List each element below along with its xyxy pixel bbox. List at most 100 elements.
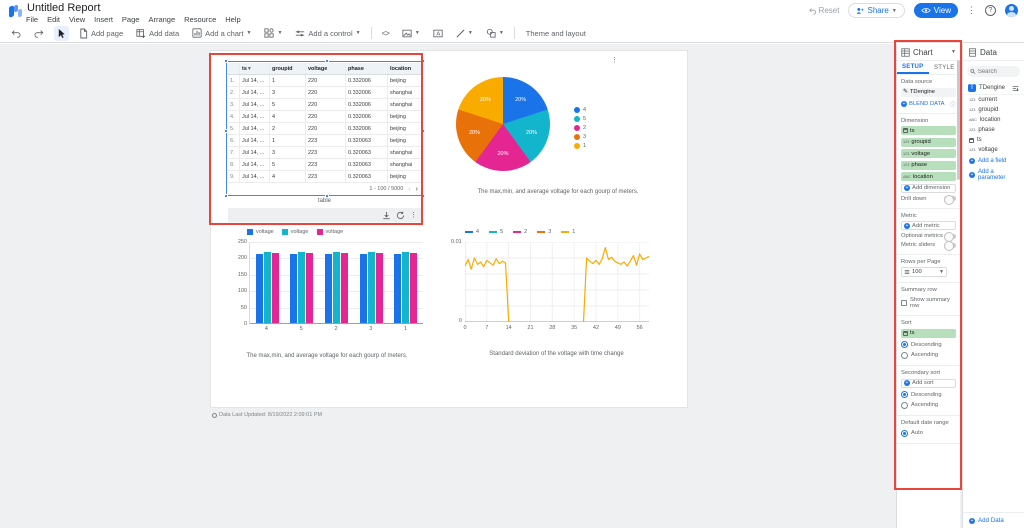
bar[interactable] <box>359 254 367 323</box>
bar[interactable] <box>375 253 383 323</box>
table-chart[interactable]: ts ▼ groupid voltage phase location 1. Jul 14, … <box>228 63 421 195</box>
bar[interactable] <box>255 254 263 323</box>
bar[interactable] <box>410 253 418 323</box>
bar[interactable] <box>263 252 271 323</box>
column-header-groupid[interactable]: groupid <box>270 63 306 74</box>
bar[interactable] <box>298 252 306 323</box>
legend-item[interactable]: 4 <box>465 229 479 235</box>
column-header-location[interactable]: location <box>388 63 421 74</box>
legend-item[interactable]: 4 <box>574 107 586 113</box>
report-title[interactable]: Untitled Report <box>27 2 100 14</box>
dimension-chip-location[interactable]: ABC location <box>901 172 956 181</box>
tab-style[interactable]: STYLE <box>929 61 961 74</box>
bar[interactable] <box>324 254 332 323</box>
theme-layout-button[interactable]: Theme and layout <box>526 29 586 38</box>
add-data-link[interactable]: + Add Data <box>963 512 1024 528</box>
table-row[interactable]: 7. Jul 14, ... 3 223 0.320063 shanghai <box>228 147 421 159</box>
field-groupid[interactable]: 123 groupid <box>963 105 1024 115</box>
embed-code-button[interactable]: <> <box>379 26 392 41</box>
sort-field-chip[interactable]: ts <box>901 328 956 338</box>
view-button[interactable]: View <box>913 3 958 18</box>
column-header-voltage[interactable]: voltage <box>306 63 346 74</box>
refresh-icon[interactable] <box>396 211 405 220</box>
add-field-link[interactable]: + Add a field <box>963 155 1024 166</box>
field-current[interactable]: 123 current <box>963 95 1024 105</box>
field-voltage[interactable]: 123 voltage <box>963 145 1024 155</box>
legend-item[interactable]: voltage <box>316 229 343 235</box>
legend-item[interactable]: 2 <box>513 229 527 235</box>
field-phase[interactable]: 123 phase <box>963 125 1024 135</box>
undo-button[interactable] <box>8 26 24 41</box>
search-input[interactable] <box>977 68 1017 75</box>
add-data-button[interactable]: Add data <box>133 26 182 41</box>
summary-checkbox[interactable] <box>901 299 907 306</box>
pie-graphic[interactable]: 20% 20% 20% 20% 20% <box>456 77 550 171</box>
avatar[interactable] <box>1005 4 1018 17</box>
rows-per-page-select[interactable]: 100 ▼ <box>901 267 947 277</box>
menu-help[interactable]: Help <box>225 15 240 24</box>
dimension-chip-voltage[interactable]: 123 voltage <box>901 149 956 158</box>
bar-chart[interactable]: voltage voltage voltage 0 50 100 150 200 250 4 5… <box>223 229 431 369</box>
data-source-row[interactable]: T TDengine <box>963 82 1024 95</box>
help-icon[interactable]: ? <box>985 5 996 16</box>
add-parameter-link[interactable]: + Add a parameter <box>963 166 1024 183</box>
bar[interactable] <box>367 252 375 323</box>
panel-scrollbar[interactable] <box>957 60 960 180</box>
optional-metrics-toggle[interactable] <box>944 232 956 242</box>
pie-chart[interactable]: 20% 20% 20% 20% 20% 4 5 2 3 1 The max,min, and a… <box>445 65 671 213</box>
menu-edit[interactable]: Edit <box>47 15 60 24</box>
legend-item[interactable]: 1 <box>561 229 575 235</box>
add-image-button[interactable]: ▼ <box>399 26 423 41</box>
add-sort-button[interactable]: + Add sort <box>901 378 956 388</box>
legend-item[interactable]: voltage <box>247 229 274 235</box>
add-metric-button[interactable]: + Add metric <box>901 221 956 230</box>
add-line-button[interactable]: ▼ <box>453 26 476 41</box>
legend-item[interactable]: 2 <box>574 125 586 131</box>
table-row[interactable]: 9. Jul 14, ... 4 223 0.320063 beijing <box>228 171 421 183</box>
share-button[interactable]: Share ▼ <box>848 3 905 18</box>
menu-file[interactable]: File <box>26 15 38 24</box>
field-location[interactable]: ABC location <box>963 115 1024 125</box>
table-row[interactable]: 4. Jul 14, ... 4 220 0.332006 beijing <box>228 111 421 123</box>
table-row[interactable]: 5. Jul 14, ... 2 220 0.332006 beijing <box>228 123 421 135</box>
bar[interactable] <box>332 252 340 323</box>
drill-down-toggle[interactable] <box>944 194 956 205</box>
radio-descending[interactable] <box>901 391 908 398</box>
looker-studio-logo-icon[interactable] <box>9 4 22 18</box>
chevron-down-icon[interactable]: ▼ <box>951 49 956 55</box>
collapse-icon[interactable] <box>1012 85 1019 92</box>
legend-item[interactable]: voltage <box>281 229 309 235</box>
add-shape-button[interactable]: ▼ <box>483 26 507 41</box>
table-row[interactable]: 3. Jul 14, ... 5 220 0.332006 shanghai <box>228 99 421 111</box>
data-source-chip[interactable]: ✎ TDengine <box>901 87 956 97</box>
legend-item[interactable]: 5 <box>489 229 503 235</box>
menu-insert[interactable]: Insert <box>94 15 113 24</box>
bar[interactable] <box>306 252 314 323</box>
menu-page[interactable]: Page <box>122 15 140 24</box>
legend-item[interactable]: 5 <box>574 116 586 122</box>
report-canvas[interactable]: ts ▼ groupid voltage phase location 1. Jul 14, … <box>210 50 688 408</box>
reset-button[interactable]: Reset <box>808 6 839 15</box>
add-chart-button[interactable]: Add a chart ▼ <box>189 26 254 41</box>
blend-data-link[interactable]: + BLEND DATA ⓘ <box>901 100 956 109</box>
menu-view[interactable]: View <box>69 15 85 24</box>
dimension-chip-ts[interactable]: ts <box>901 126 956 135</box>
radio-descending[interactable] <box>901 341 908 348</box>
legend-item[interactable]: 3 <box>537 229 551 235</box>
add-text-button[interactable]: A <box>430 26 446 41</box>
bar[interactable] <box>290 254 298 323</box>
community-visualizations-button[interactable]: ▼ <box>261 26 285 41</box>
column-header-ts[interactable]: ts ▼ <box>240 63 270 74</box>
add-dimension-button[interactable]: + Add dimension <box>901 183 956 193</box>
field-ts[interactable]: ts <box>963 135 1024 145</box>
legend-item[interactable]: 3 <box>574 134 586 140</box>
bar[interactable] <box>340 253 348 323</box>
redo-button[interactable] <box>31 26 47 41</box>
more-icon[interactable]: ⋮ <box>410 211 417 219</box>
select-tool-button[interactable] <box>54 25 69 41</box>
tab-setup[interactable]: SETUP <box>897 61 929 74</box>
export-icon[interactable] <box>382 211 391 220</box>
add-control-button[interactable]: Add a control ▼ <box>292 26 363 41</box>
column-header-phase[interactable]: phase <box>346 63 388 74</box>
radio-ascending[interactable] <box>901 351 908 359</box>
